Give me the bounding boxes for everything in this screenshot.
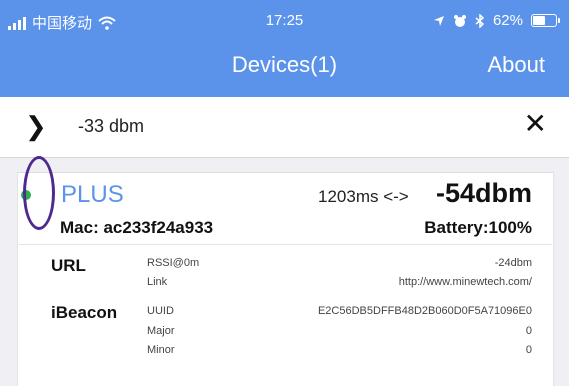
annotation-circle: [23, 156, 55, 230]
bluetooth-icon: [475, 13, 485, 28]
field-value: 0: [525, 325, 532, 337]
field-label: Minor: [147, 344, 175, 356]
mac-address: Mac: ac233f24a933: [60, 218, 214, 237]
field-label: Major: [147, 325, 175, 337]
status-bar: 中国移动 17:25 62%: [0, 0, 569, 44]
rssi-filter-value: -33 dbm: [78, 116, 145, 136]
field-label: Link: [147, 276, 168, 288]
field-label: RSSI@0m: [147, 257, 200, 269]
about-button[interactable]: About: [488, 52, 546, 78]
advertising-interval: 1203ms <->: [318, 187, 409, 206]
section-title-url: URL: [51, 256, 86, 275]
battery-percent: 62%: [492, 12, 523, 29]
alarm-icon: [453, 14, 466, 27]
device-battery: Battery:100%: [424, 218, 532, 237]
device-name: PLUS: [61, 181, 124, 208]
section-title-ibeacon: iBeacon: [51, 303, 118, 322]
app-header: 中国移动 17:25 62% Devices(1) About: [0, 0, 569, 97]
chevron-right-icon[interactable]: ❯: [25, 111, 47, 141]
rssi-filter-bar[interactable]: ❯ -33 dbm ✕: [0, 97, 569, 158]
location-arrow-icon: [433, 15, 444, 26]
battery-icon: [531, 14, 560, 27]
device-rssi: -54dbm: [435, 178, 532, 208]
field-value: E2C56DB5DFFB48D2B060D0F5A71096E0: [317, 305, 532, 317]
field-value: 0: [525, 344, 532, 356]
divider: [17, 244, 552, 245]
field-label: UUID: [147, 305, 174, 317]
status-right: 62%: [433, 12, 560, 29]
close-icon[interactable]: ✕: [524, 109, 547, 139]
field-value: http://www.minewtech.com/: [398, 276, 532, 288]
page-title: Devices(1): [231, 52, 338, 77]
field-value: -24dbm: [494, 257, 532, 269]
